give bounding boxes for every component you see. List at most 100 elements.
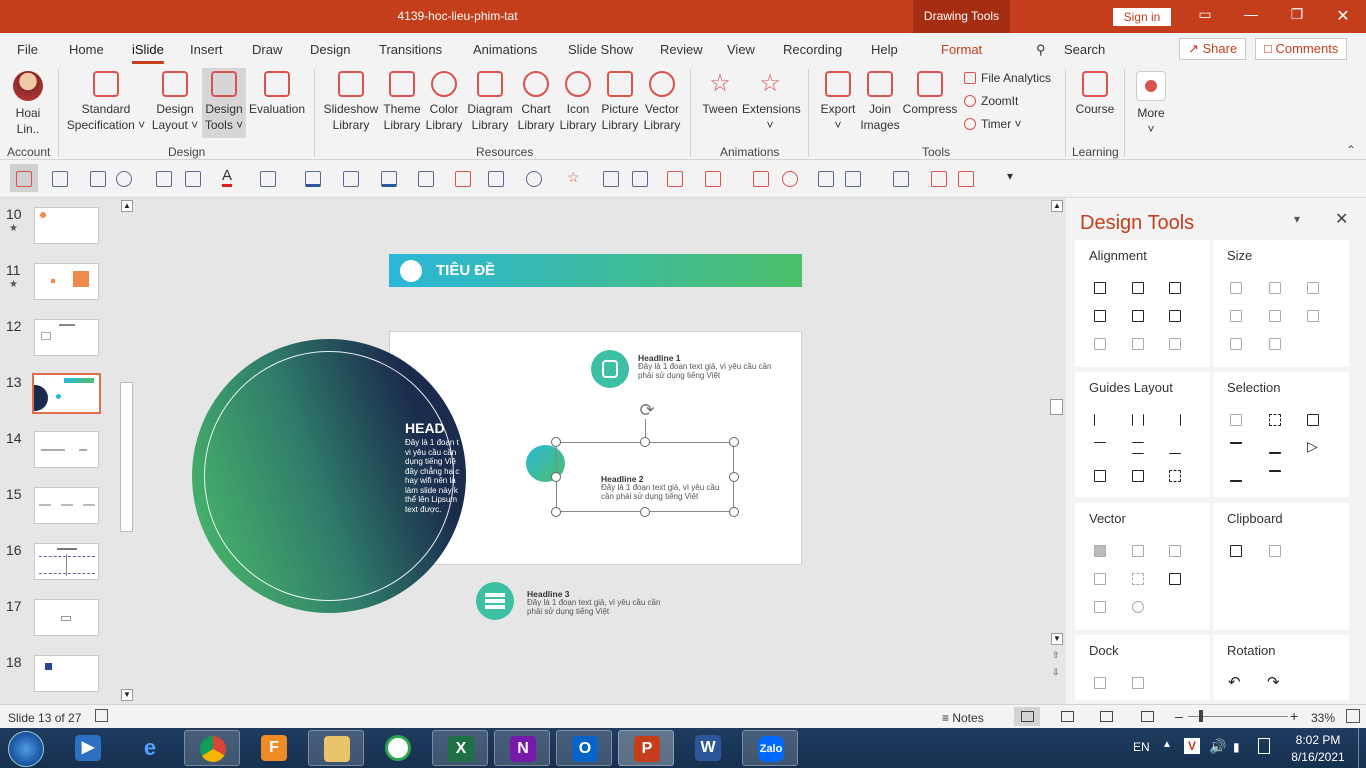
zoom-slider-thumb[interactable] [1199,710,1203,722]
extend-bottom-icon[interactable] [1269,338,1281,350]
tab-transitions[interactable]: Transitions [379,42,442,57]
slide-scrollbar[interactable]: ▲ ▼ ⇧ ⇩ [1048,198,1065,704]
show-desktop-button[interactable] [1358,728,1366,768]
rotate-right-icon[interactable]: ↷ [1267,673,1280,691]
format-painter-icon[interactable] [455,171,471,187]
tab-draw[interactable]: Draw [252,42,282,57]
picture-library-button[interactable]: Picture Library [599,71,641,133]
taskbar-powerpoint[interactable]: P [618,730,674,766]
outline-eyedropper-icon[interactable] [418,171,434,187]
export-small-icon[interactable] [958,171,974,187]
target-icon[interactable] [782,171,798,187]
scroll-thumb[interactable] [120,382,133,532]
guide-bottom-icon[interactable] [1169,442,1181,454]
select-check-icon[interactable] [1307,414,1319,426]
selected-textbox[interactable]: Headline 2 Đây là 1 đoạn text giả, vì yê… [556,442,734,512]
fragment-icon[interactable] [1169,545,1181,557]
color-library-button[interactable]: Color Library [424,71,464,133]
copy-icon[interactable] [1230,545,1242,557]
slide-sorter-icon[interactable] [1061,711,1074,722]
distribute-horizontal-icon[interactable] [1094,338,1106,350]
zoom-level[interactable]: 33% [1311,711,1335,725]
extend-top-icon[interactable] [1230,338,1242,350]
guide-fill-height-icon[interactable] [1132,470,1144,482]
align-to-slide-icon[interactable] [1169,338,1181,350]
guide-center-icon[interactable] [1132,414,1144,426]
guide-left-icon[interactable] [1094,414,1106,426]
tab-insert[interactable]: Insert [190,42,223,57]
thumbnails-scrollbar[interactable]: ▲ ▼ [119,198,134,704]
zoom-slider-track[interactable] [1188,716,1288,717]
align-top-icon[interactable] [1094,310,1106,322]
taskbar-excel[interactable]: X [432,730,488,766]
zoomit-button[interactable]: ZoomIt [964,94,1018,108]
show-hidden-icons[interactable]: ▲ [1162,739,1172,750]
customize-toolbar-icon[interactable]: ▾ [1007,169,1013,183]
align-bottom-icon[interactable] [1169,310,1181,322]
extend-right-icon[interactable] [1269,310,1281,322]
same-height-icon[interactable] [1269,282,1281,294]
course-button[interactable]: Course [1073,71,1117,117]
close-icon[interactable]: ✕ [1328,6,1358,26]
screenshot-icon[interactable] [893,171,909,187]
same-size-icon[interactable] [1307,282,1319,294]
align-center-icon[interactable] [1132,282,1144,294]
slide-thumbnail-12[interactable] [34,319,99,356]
slide-editor[interactable]: TIÊU ĐỀ HEAD Đây là 1 đoạn t vi yêu cầu … [137,198,1048,704]
comments-button[interactable]: □ Comments [1255,38,1348,60]
zoom-out-icon[interactable]: – [1175,708,1183,724]
diagram-library-button[interactable]: Diagram Library [466,71,514,133]
taskbar-zalo[interactable]: Zalo [742,730,798,766]
extensions-button[interactable]: ☆ Extensions ˅ [742,71,801,133]
shapes-dropdown-icon[interactable] [116,171,132,187]
slide-thumbnail-11[interactable] [34,263,99,300]
resize-handle[interactable] [551,437,561,447]
taskbar-onenote[interactable]: N [494,730,550,766]
rotate-left-icon[interactable]: ↶ [1228,673,1241,691]
taskbar-file-explorer[interactable] [308,730,364,766]
pane-close-icon[interactable]: ✕ [1335,209,1348,229]
slides-icon[interactable] [931,171,947,187]
swap-size-icon[interactable] [1307,310,1319,322]
slide-thumbnail-10[interactable] [34,207,99,244]
design-tools-button[interactable]: Design Tools ˅ [202,68,246,138]
slide-thumbnail-13[interactable] [32,373,101,414]
standard-specification-button[interactable]: Standard Specification ˅ [66,71,146,133]
guide-fill-width-icon[interactable] [1094,470,1106,482]
tab-view[interactable]: View [727,42,755,57]
tab-review[interactable]: Review [660,42,703,57]
battery-icon[interactable] [1258,738,1270,754]
chart-library-button[interactable]: Chart Library [516,71,556,133]
taskbar-chrome[interactable] [184,730,240,766]
books-icon[interactable] [476,582,514,620]
window-icon[interactable] [818,171,834,187]
tab-islide[interactable]: iSlide [132,42,164,57]
same-width-icon[interactable] [1230,282,1242,294]
volume-icon[interactable]: 🔊 [1209,738,1226,755]
font-color-icon[interactable]: A [222,168,233,187]
unikey-icon[interactable]: V [1184,738,1200,754]
taskbar-coccoc[interactable] [370,730,426,766]
join-images-button[interactable]: Join Images [858,71,902,133]
layers-icon[interactable] [753,171,769,187]
sign-in-button[interactable]: Sign in [1113,8,1171,26]
maximize-icon[interactable]: ❐ [1282,6,1312,23]
align-middle-icon[interactable] [1132,310,1144,322]
share-button[interactable]: ↗ Share [1179,38,1247,60]
fit-slide-icon[interactable] [1346,709,1360,723]
edit-points-icon[interactable] [1169,573,1181,585]
shape-tool-icon[interactable] [52,171,68,187]
tab-slide-show[interactable]: Slide Show [568,42,633,57]
headline-3-block[interactable]: Headline 3 Đây là 1 đoạn text giả, vì yê… [527,589,667,616]
search-label[interactable]: Search [1064,42,1105,57]
merge-shapes-icon[interactable] [156,171,172,187]
resize-handle[interactable] [640,437,650,447]
timer-button[interactable]: Timer ˅ [964,117,1022,131]
text-to-shape-icon[interactable] [1094,601,1106,613]
favorite-star-icon[interactable]: ☆ [567,169,580,186]
headline-2-block[interactable]: Headline 2 Đây là 1 đoạn text giả, vì yê… [601,474,731,501]
minimize-icon[interactable]: — [1236,6,1266,22]
break-apart-icon[interactable] [1132,601,1144,613]
language-indicator[interactable]: EN [1133,740,1150,754]
tab-design[interactable]: Design [310,42,350,57]
